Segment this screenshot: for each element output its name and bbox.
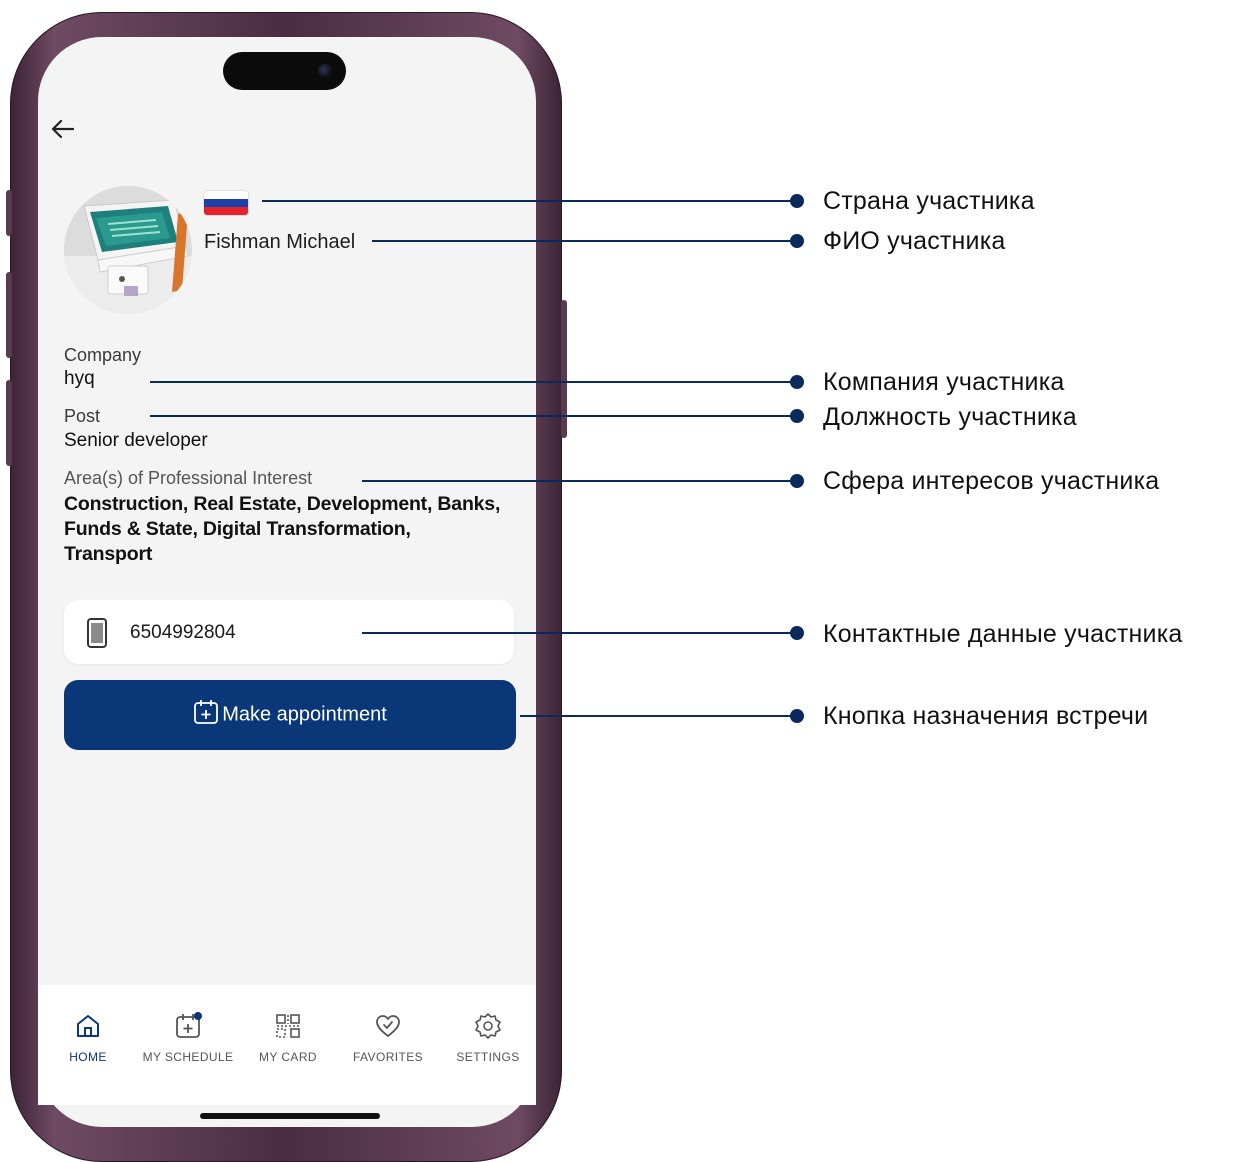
home-indicator: [200, 1113, 380, 1119]
heart-check-icon: [376, 1015, 400, 1037]
tab-my-schedule-label: MY SCHEDULE: [142, 1050, 234, 1064]
callout-dot-company: [790, 375, 804, 389]
callout-line-company: [150, 381, 798, 383]
callout-dot-appointment: [790, 709, 804, 723]
phone-number[interactable]: 6504992804: [130, 622, 236, 644]
back-arrow-icon[interactable]: [50, 117, 76, 141]
flag-stripe-white: [204, 191, 248, 199]
country-flag-icon: [204, 191, 248, 215]
callout-line-interests: [362, 480, 798, 482]
company-value: hyq: [64, 368, 95, 389]
callout-post: Должность участника: [823, 403, 1077, 431]
callout-line-name: [372, 240, 798, 242]
make-appointment-label: Make appointment: [222, 703, 387, 726]
callout-line-contacts: [362, 632, 798, 634]
post-label: Post: [64, 406, 101, 426]
tab-my-card[interactable]: MY CARD: [238, 1012, 338, 1064]
phone-volume-down-button: [6, 380, 12, 466]
make-appointment-button[interactable]: Make appointment: [64, 680, 516, 750]
flag-stripe-blue: [204, 199, 248, 207]
home-icon: [77, 1015, 99, 1037]
tab-favorites[interactable]: FAVORITES: [338, 1012, 438, 1064]
callout-country: Страна участника: [823, 187, 1035, 215]
phone-volume-up-button: [6, 272, 12, 358]
gear-icon: [475, 1013, 501, 1039]
phone-side-button: [6, 190, 12, 236]
calendar-add-icon: [194, 700, 219, 724]
qr-code-icon: [276, 1014, 300, 1038]
callout-contacts: Контактные данные участника: [823, 620, 1183, 648]
front-camera: [318, 64, 332, 78]
tab-favorites-label: FAVORITES: [352, 1050, 424, 1064]
tab-home[interactable]: HOME: [38, 1012, 138, 1064]
interest-value: Construction, Real Estate, Development, …: [64, 493, 501, 565]
bottom-tab-bar: HOME MY SCHEDULE MY CARD FAVORITES SETTI…: [38, 985, 536, 1105]
flag-stripe-red: [204, 207, 248, 215]
interest-label: Area(s) of Professional Interest: [64, 468, 313, 488]
participant-name: Fishman Michael: [204, 231, 356, 253]
callout-dot-contacts: [790, 626, 804, 640]
callout-line-post: [150, 415, 798, 417]
dynamic-island: [223, 52, 346, 90]
callout-line-appointment: [520, 715, 798, 717]
callout-dot-name: [790, 234, 804, 248]
tab-settings-label: SETTINGS: [456, 1050, 520, 1064]
callout-dot-country: [790, 194, 804, 208]
callout-line-country: [262, 200, 798, 202]
avatar: [64, 186, 192, 314]
callout-name: ФИО участника: [823, 227, 1006, 255]
callout-dot-post: [790, 409, 804, 423]
callout-company: Компания участника: [823, 368, 1065, 396]
callout-interests: Сфера интересов участника: [823, 467, 1160, 495]
notification-dot: [194, 1012, 202, 1020]
company-label: Company: [64, 345, 142, 365]
phone-power-button: [561, 300, 567, 438]
tab-settings[interactable]: SETTINGS: [438, 1012, 538, 1064]
tab-home-label: HOME: [69, 1050, 107, 1064]
make-appointment-content: Make appointment: [64, 700, 516, 728]
mobile-phone-icon: [87, 618, 107, 648]
calendar-add-icon: [176, 1012, 202, 1038]
callout-dot-interests: [790, 474, 804, 488]
avatar-image: [64, 186, 192, 314]
tab-my-schedule[interactable]: MY SCHEDULE: [138, 1012, 238, 1064]
callout-appointment: Кнопка назначения встречи: [823, 702, 1149, 730]
tab-my-card-label: MY CARD: [259, 1050, 317, 1064]
post-value: Senior developer: [64, 430, 208, 451]
